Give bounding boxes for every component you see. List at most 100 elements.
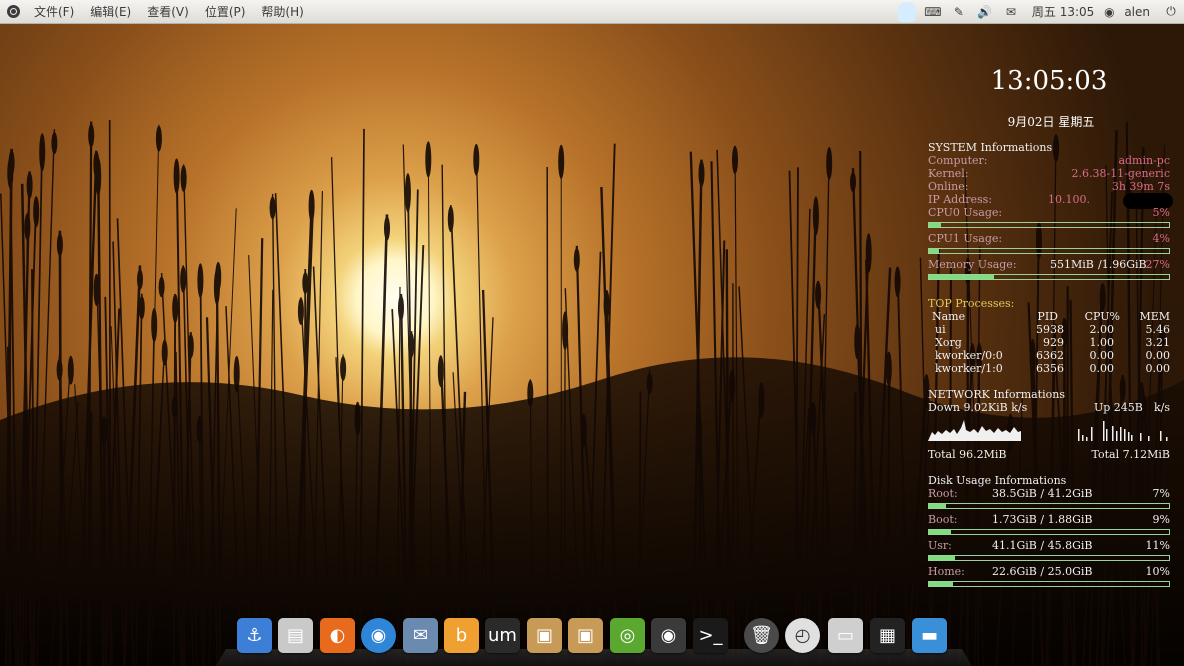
ip-label: IP Address: — [928, 193, 993, 206]
process-mem: 3.21 — [1145, 336, 1171, 349]
anchor-icon[interactable]: ⚓ — [237, 618, 272, 653]
header-cpu: CPU% — [1084, 310, 1120, 323]
menu-edit[interactable]: 编辑(E) — [82, 3, 139, 20]
dock: ⚓ ▤ ◐ ◉ ✉ b um ▣ ▣ ◎ ◉ >_ 🗑 ◴ ▭ ▦ ▬ — [216, 611, 976, 666]
process-pid: 6362 — [1036, 349, 1064, 362]
terminal-icon[interactable]: >_ — [693, 618, 728, 653]
conky-clock: 13:05:03 — [990, 66, 1108, 96]
disk-label: Usr: — [928, 539, 952, 552]
disk-row: Home: 22.6GiB / 25.0GiB 10% — [928, 565, 1170, 578]
disk-bar — [928, 555, 1170, 561]
process-name: kworker/0:0 — [935, 349, 1003, 362]
disk-bar — [928, 581, 1170, 587]
disk-percent: 11% — [1145, 539, 1170, 552]
clock-icon[interactable]: ◴ — [785, 618, 820, 653]
network-up-unit: k/s — [1153, 401, 1170, 414]
disk-row: Usr: 41.1GiB / 45.8GiB 11% — [928, 539, 1170, 552]
online-label: Online: — [928, 180, 969, 193]
disk-bar-fill — [929, 582, 953, 586]
menu-bar: 文件(F) 编辑(E) 查看(V) 位置(P) 帮助(H) — [26, 3, 312, 20]
workspace-switcher-icon[interactable]: ▦ — [870, 618, 905, 653]
cpu1-label: CPU1 Usage: — [928, 232, 1003, 245]
trash-icon[interactable]: 🗑 — [744, 618, 779, 653]
disk-usage: 41.1GiB / 45.8GiB — [992, 539, 1093, 552]
cpu0-bar-fill — [929, 223, 941, 227]
qq-icon[interactable] — [894, 0, 920, 23]
disk-bar-fill — [929, 504, 946, 508]
online-value: 3h 39m 7s — [1111, 180, 1170, 193]
disk-bar-fill — [929, 530, 951, 534]
row-memory: Memory Usage: 551MiB /1.96GiB 27% — [928, 258, 1170, 271]
package-icon[interactable]: ▣ — [527, 618, 562, 653]
cpu1-bar — [928, 248, 1170, 254]
row-kernel: Kernel: 2.6.38-11-generic — [928, 167, 1170, 180]
memory-used: 551MiB — [1050, 258, 1094, 271]
disk-bar-fill — [929, 556, 956, 560]
desktop-icon[interactable]: ▬ — [912, 618, 947, 653]
disk-percent: 10% — [1145, 565, 1170, 578]
drive-icon[interactable]: ▭ — [828, 618, 863, 653]
network-graphs — [928, 420, 1168, 441]
cpu0-label: CPU0 Usage: — [928, 206, 1003, 219]
process-row: kworker/1:0 6356 0.00 0.00 — [928, 362, 1170, 375]
process-name: Xorg — [935, 336, 962, 349]
memory-total: /1.96GiB — [1098, 258, 1147, 271]
cpu0-value: 5% — [1152, 206, 1170, 219]
disk-usage: 38.5GiB / 41.2GiB — [992, 487, 1093, 500]
kernel-value: 2.6.38-11-generic — [1071, 167, 1170, 180]
file-cabinet-icon[interactable]: ▤ — [278, 618, 313, 653]
disk-label: Root: — [928, 487, 958, 500]
header-mem: MEM — [1139, 310, 1170, 323]
menu-places[interactable]: 位置(P) — [197, 3, 254, 20]
cpu1-value: 4% — [1152, 232, 1170, 245]
package-installer-icon[interactable]: ▣ — [568, 618, 603, 653]
firefox-icon[interactable]: ◐ — [320, 618, 355, 653]
computer-label: Computer: — [928, 154, 988, 167]
process-pid: 929 — [1043, 336, 1064, 349]
camera-icon[interactable]: ◉ — [651, 618, 686, 653]
process-row: Xorg 929 1.00 3.21 — [928, 336, 1170, 349]
network-down: Down 9.02KiB k/s — [928, 401, 1028, 414]
memory-bar — [928, 274, 1170, 280]
disk-percent: 7% — [1152, 487, 1170, 500]
process-row: ui 5938 2.00 5.46 — [928, 323, 1170, 336]
top-title: TOP Processes: — [928, 297, 1015, 310]
b-app-icon[interactable]: b — [444, 618, 479, 653]
disk-bar — [928, 503, 1170, 509]
process-pid: 5938 — [1036, 323, 1064, 336]
process-mem: 5.46 — [1145, 323, 1171, 336]
mail-stamp-icon[interactable]: ✉ — [403, 618, 438, 653]
process-cpu: 0.00 — [1089, 362, 1115, 375]
ubuntu-software-icon[interactable]: ◎ — [610, 618, 645, 653]
network-up: Up 245B — [1094, 401, 1143, 414]
menu-file[interactable]: 文件(F) — [26, 3, 82, 20]
process-mem: 0.00 — [1145, 349, 1171, 362]
system-title: SYSTEM Informations — [928, 141, 1053, 154]
conky-widget: 13:05:03 9月02日 星期五 SYSTEM Informations C… — [928, 0, 1173, 600]
disk-label: Boot: — [928, 513, 958, 526]
computer-value: admin-pc — [1118, 154, 1170, 167]
disk-percent: 9% — [1152, 513, 1170, 526]
row-cpu1: CPU1 Usage: 4% — [928, 232, 1170, 245]
kernel-label: Kernel: — [928, 167, 969, 180]
um-video-icon[interactable]: um — [485, 618, 520, 653]
disk-row: Root: 38.5GiB / 41.2GiB 7% — [928, 487, 1170, 500]
ip-value: 10.100. — [1048, 193, 1090, 206]
disk-label: Home: — [928, 565, 965, 578]
network-total-up: Total 7.12MiB — [1091, 448, 1170, 461]
cpu0-bar — [928, 222, 1170, 228]
row-cpu0: CPU0 Usage: 5% — [928, 206, 1170, 219]
header-pid: PID — [1037, 310, 1058, 323]
process-row: kworker/0:0 6362 0.00 0.00 — [928, 349, 1170, 362]
memory-label: Memory Usage: — [928, 258, 1017, 271]
menu-view[interactable]: 查看(V) — [139, 3, 197, 20]
globe-icon[interactable]: ◉ — [361, 618, 396, 653]
process-name: ui — [935, 323, 946, 336]
disk-row: Boot: 1.73GiB / 1.88GiB 9% — [928, 513, 1170, 526]
ubuntu-logo-icon[interactable] — [7, 5, 20, 18]
network-title: NETWORK Informations — [928, 388, 1065, 401]
menu-help[interactable]: 帮助(H) — [253, 3, 311, 20]
conky-date: 9月02日 星期五 — [1007, 115, 1095, 129]
row-computer: Computer: admin-pc — [928, 154, 1170, 167]
disk-usage: 1.73GiB / 1.88GiB — [992, 513, 1093, 526]
